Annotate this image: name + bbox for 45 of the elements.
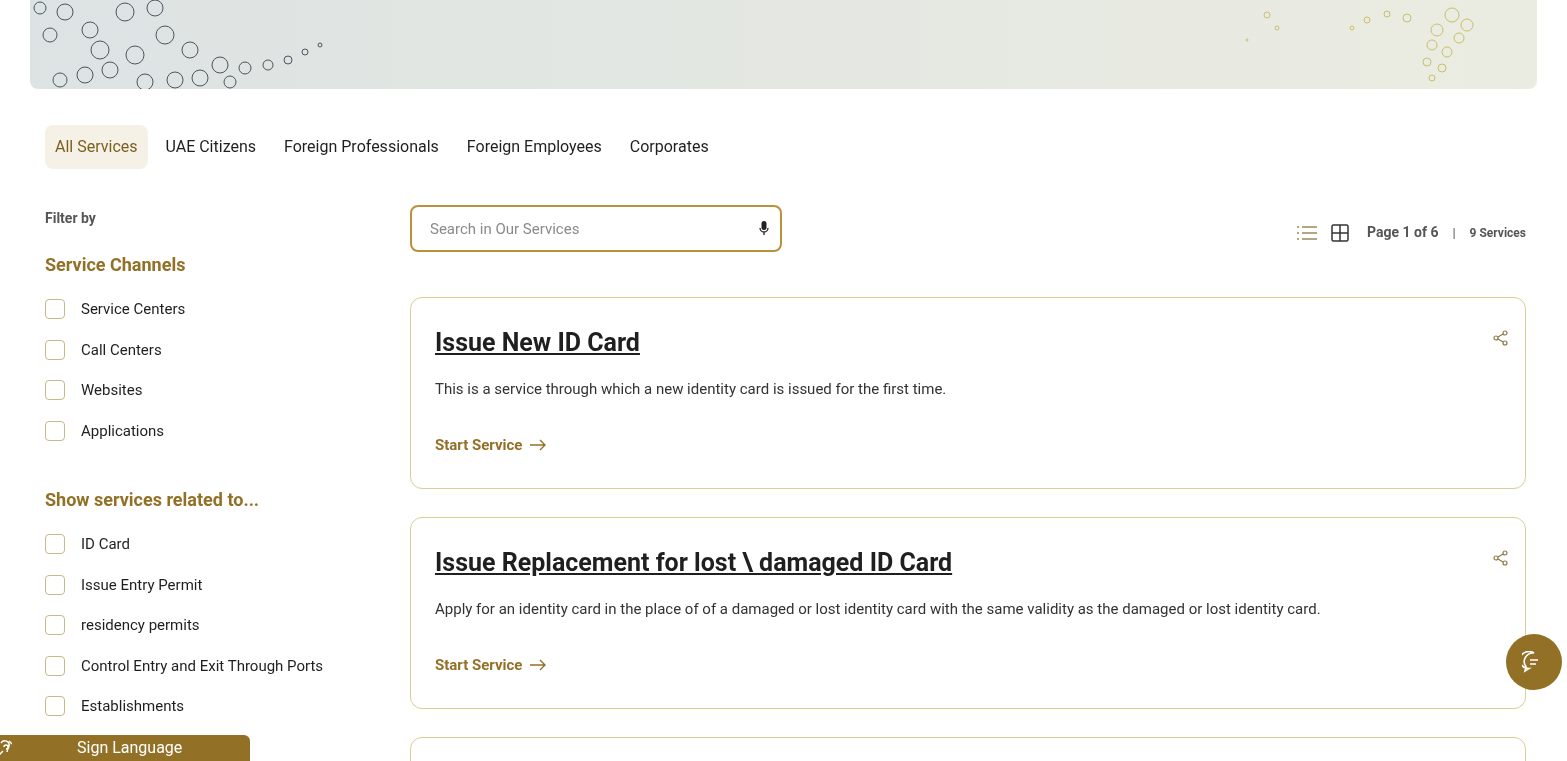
checkbox[interactable] xyxy=(45,696,65,717)
arrow-right-icon xyxy=(530,439,547,452)
list-view-icon[interactable] xyxy=(1297,224,1317,241)
checkbox-label: Control Entry and Exit Through Ports xyxy=(81,655,324,677)
checkbox-label: Call Centers xyxy=(81,339,162,361)
checkbox-label: Applications xyxy=(81,420,165,442)
filter-tab[interactable]: Foreign Employees xyxy=(456,125,612,169)
service-description: Apply for an identity card in the place of of a damaged or lost identity card with the same validity as the damaged or lost identity card. xyxy=(435,598,1322,620)
checkbox[interactable] xyxy=(45,655,65,676)
checkbox-label: ID Card xyxy=(81,534,130,555)
sign-language-button[interactable]: Sign Language xyxy=(0,735,250,761)
filter-tab[interactable]: UAE Citizens xyxy=(155,125,267,169)
checkbox[interactable] xyxy=(45,420,65,441)
service-description: This is a service through which a new identity card is issued for the first time. xyxy=(435,378,948,400)
checkbox[interactable] xyxy=(45,339,65,360)
chat-button[interactable] xyxy=(1506,634,1562,690)
start-service-link[interactable]: Start Service xyxy=(435,434,547,457)
filter-group-heading: Service Channels xyxy=(45,253,187,277)
checkbox-label: Establishments xyxy=(81,696,185,717)
checkbox-label: Service Centers xyxy=(81,299,186,320)
microphone-icon[interactable] xyxy=(759,221,769,236)
start-service-link[interactable]: Start Service xyxy=(435,654,547,677)
filter-group-heading: Show services related to... xyxy=(45,488,261,512)
checkbox[interactable] xyxy=(45,615,65,636)
services-count: 9 Services xyxy=(1469,224,1526,242)
checkbox-label: residency permits xyxy=(81,615,200,636)
checkbox[interactable] xyxy=(45,299,65,320)
search-field[interactable]: Search in Our Services xyxy=(410,205,782,252)
separator-text: | xyxy=(1452,223,1456,242)
grid-view-icon[interactable] xyxy=(1331,223,1349,242)
service-title-link[interactable]: Issue Replacement for lost \ damaged ID Card xyxy=(435,544,953,582)
checkbox-label: Websites xyxy=(81,380,143,401)
arrow-right-icon xyxy=(530,659,547,672)
checkbox[interactable] xyxy=(45,534,65,555)
filter-tab[interactable]: All Services xyxy=(45,125,148,169)
filter-heading: Filter by xyxy=(45,209,97,228)
checkbox[interactable] xyxy=(45,380,65,401)
checkbox[interactable] xyxy=(45,574,65,595)
page-indicator: Page 1 of 6 xyxy=(1367,223,1439,242)
filter-tab[interactable]: Corporates xyxy=(619,125,719,169)
share-icon[interactable] xyxy=(1493,330,1509,346)
share-icon[interactable] xyxy=(1493,550,1509,566)
service-title-link[interactable]: Issue New ID Card xyxy=(435,324,640,362)
filter-tab[interactable]: Foreign Professionals xyxy=(274,125,449,169)
checkbox-label: Issue Entry Permit xyxy=(81,574,203,596)
